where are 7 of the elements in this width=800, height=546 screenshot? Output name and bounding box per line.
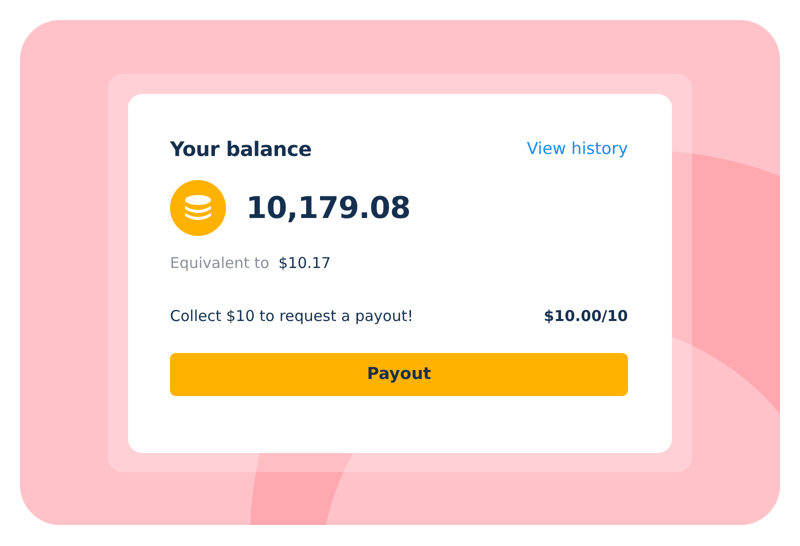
balance-amount: 10,179.08 [246, 190, 410, 228]
equivalent-label: Equivalent to [170, 253, 270, 274]
equivalent-value: $10.17 [278, 253, 331, 274]
balance-title: Your balance [170, 136, 312, 163]
coins-icon [170, 180, 226, 236]
payout-button[interactable]: Payout [170, 353, 628, 396]
payout-message: Collect $10 to request a payout! [170, 306, 414, 326]
